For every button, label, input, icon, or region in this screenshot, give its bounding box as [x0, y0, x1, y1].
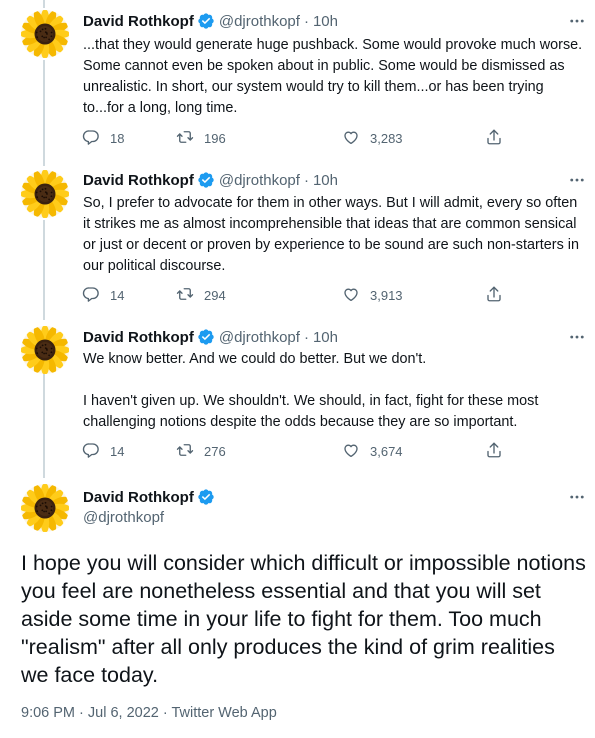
reply-count: 18 [110, 130, 125, 146]
author-avatar[interactable] [21, 484, 69, 532]
tweet-text: So, I prefer to advocate for them in oth… [83, 195, 583, 274]
like-count: 3,674 [370, 443, 403, 459]
author-name[interactable]: David Rothkopf [83, 489, 194, 506]
more-dots-icon[interactable] [567, 170, 587, 190]
author-handle[interactable]: @djrothkopf [219, 329, 300, 346]
retweet-icon [176, 128, 194, 149]
main-tweet-text: I hope you will consider which difficult… [21, 551, 586, 687]
author-name[interactable]: David Rothkopf [83, 172, 194, 189]
heart-icon [342, 128, 360, 149]
more-dots-icon[interactable] [567, 487, 587, 507]
like-count: 3,913 [370, 287, 403, 303]
author-avatar[interactable] [21, 326, 69, 374]
tweet-actions: 18 196 3,283 [80, 127, 510, 149]
like-button[interactable]: 3,674 [342, 440, 403, 462]
tweet-time[interactable]: 10h [313, 13, 338, 30]
reply-icon [82, 285, 100, 306]
like-button[interactable]: 3,913 [342, 284, 403, 306]
author-name[interactable]: David Rothkopf [83, 329, 194, 346]
tweet-text: We know better. And we could do better. … [83, 351, 539, 430]
tweet-time[interactable]: 10h [313, 329, 338, 346]
author-avatar[interactable] [21, 10, 69, 58]
reply-icon [82, 128, 100, 149]
separator-dot: · [303, 171, 309, 189]
tweet-meta[interactable]: 9:06 PM · Jul 6, 2022 · Twitter Web App [21, 705, 277, 725]
retweet-button[interactable]: 294 [176, 284, 226, 306]
retweet-icon [176, 285, 194, 306]
share-button[interactable] [485, 127, 503, 149]
reply-button[interactable]: 14 [82, 284, 124, 306]
author-name[interactable]: David Rothkopf [83, 13, 194, 30]
share-icon [485, 441, 503, 462]
tweet-header: David Rothkopf @djrothkopf · 10h [83, 170, 338, 190]
verified-badge-icon [197, 12, 215, 30]
tweet-time[interactable]: 10h [313, 172, 338, 189]
reply-button[interactable]: 18 [82, 127, 124, 149]
share-icon [485, 285, 503, 306]
reply-count: 14 [110, 287, 125, 303]
retweet-count: 276 [204, 443, 226, 459]
tweet-text: ...that they would generate huge pushbac… [83, 37, 587, 116]
author-handle[interactable]: @djrothkopf [83, 509, 215, 529]
tweet-header: David Rothkopf @djrothkopf · 10h [83, 11, 338, 31]
verified-badge-icon [197, 171, 215, 189]
author-avatar[interactable] [21, 170, 69, 218]
reply-icon [82, 441, 100, 462]
reply-button[interactable]: 14 [82, 440, 124, 462]
retweet-button[interactable]: 196 [176, 127, 226, 149]
tweet-actions: 14 276 3,674 [80, 440, 510, 462]
retweet-button[interactable]: 276 [176, 440, 226, 462]
author-handle[interactable]: @djrothkopf [219, 172, 300, 189]
separator-dot: · [303, 12, 309, 30]
thread-tweet[interactable]: David Rothkopf @djrothkopf · 10h So, I p… [0, 160, 595, 320]
tweet-header: David Rothkopf @djrothkopf · 10h [83, 327, 338, 347]
retweet-count: 294 [204, 287, 226, 303]
tweet-actions: 14 294 3,913 [80, 284, 510, 306]
main-tweet-header: David Rothkopf @djrothkopf [83, 487, 215, 529]
share-button[interactable] [485, 284, 503, 306]
verified-badge-icon [197, 488, 215, 506]
heart-icon [342, 285, 360, 306]
share-button[interactable] [485, 440, 503, 462]
reply-count: 14 [110, 443, 125, 459]
like-count: 3,283 [370, 130, 403, 146]
separator-dot: · [303, 328, 309, 346]
heart-icon [342, 441, 360, 462]
thread-tweet[interactable]: David Rothkopf @djrothkopf · 10h We know… [0, 320, 595, 480]
retweet-icon [176, 441, 194, 462]
like-button[interactable]: 3,283 [342, 127, 403, 149]
author-handle[interactable]: @djrothkopf [219, 13, 300, 30]
verified-badge-icon [197, 328, 215, 346]
more-dots-icon[interactable] [567, 327, 587, 347]
more-dots-icon[interactable] [567, 11, 587, 31]
thread-tweet[interactable]: David Rothkopf @djrothkopf · 10h ...that… [0, 0, 595, 160]
retweet-count: 196 [204, 130, 226, 146]
share-icon [485, 128, 503, 149]
